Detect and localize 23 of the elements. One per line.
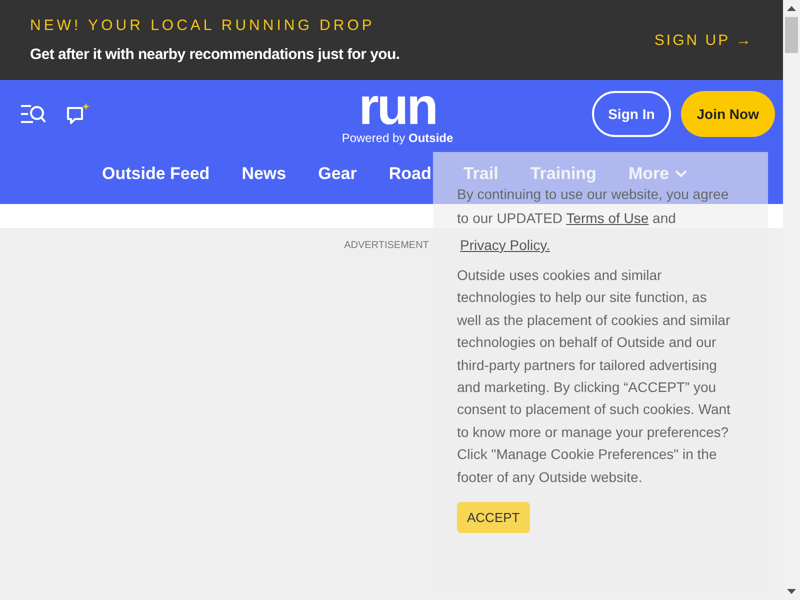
nav-link[interactable]: Outside Feed xyxy=(102,164,210,184)
chevron-down-icon xyxy=(675,170,688,178)
advertisement-label: ADVERTISEMENT xyxy=(344,240,429,252)
terms-of-use-link[interactable]: Terms of Use xyxy=(566,210,649,226)
cookie-notice-text: Outside uses cookies and similar technologies to help our site function, as well as the placement of cookies and similar technologies on behalf of Outside and our third-party partners for tailored advertising and marketing. By clicking “ACCEPT” you consent to placement of such cookies. Want to know more or manage your preferences? Click "Manage Cookie Preferences" in the footer of any Outside website. xyxy=(457,266,732,487)
nav-link[interactable]: Gear xyxy=(318,164,357,184)
scroll-up-icon[interactable] xyxy=(787,6,796,11)
scroll-down-icon[interactable] xyxy=(787,589,796,594)
chat-sparkle-icon[interactable] xyxy=(66,103,90,125)
sign-in-button[interactable]: Sign In xyxy=(592,91,671,137)
promo-subtext: Get after it with nearby recommendations just for you. xyxy=(30,46,400,63)
sign-up-link[interactable]: SIGN UP → xyxy=(654,32,753,48)
nav-link[interactable]: News xyxy=(242,164,286,184)
scrollbar-thumb[interactable] xyxy=(785,17,798,53)
privacy-policy-link[interactable]: Privacy Policy. xyxy=(460,234,550,256)
scrollbar[interactable] xyxy=(783,0,800,600)
nav-link[interactable]: Road xyxy=(388,164,432,184)
promo-headline: NEW! YOUR LOCAL RUNNING DROP xyxy=(30,17,376,34)
accept-button[interactable]: ACCEPT xyxy=(457,502,530,534)
site-logo[interactable]: run Powered by Outside xyxy=(342,87,454,145)
cookie-agreement-text: By continuing to use our website, you agree to our UPDATED Terms of Use and xyxy=(457,185,730,228)
join-now-button[interactable]: Join Now xyxy=(680,91,775,137)
menu-search-icon[interactable] xyxy=(20,104,46,124)
